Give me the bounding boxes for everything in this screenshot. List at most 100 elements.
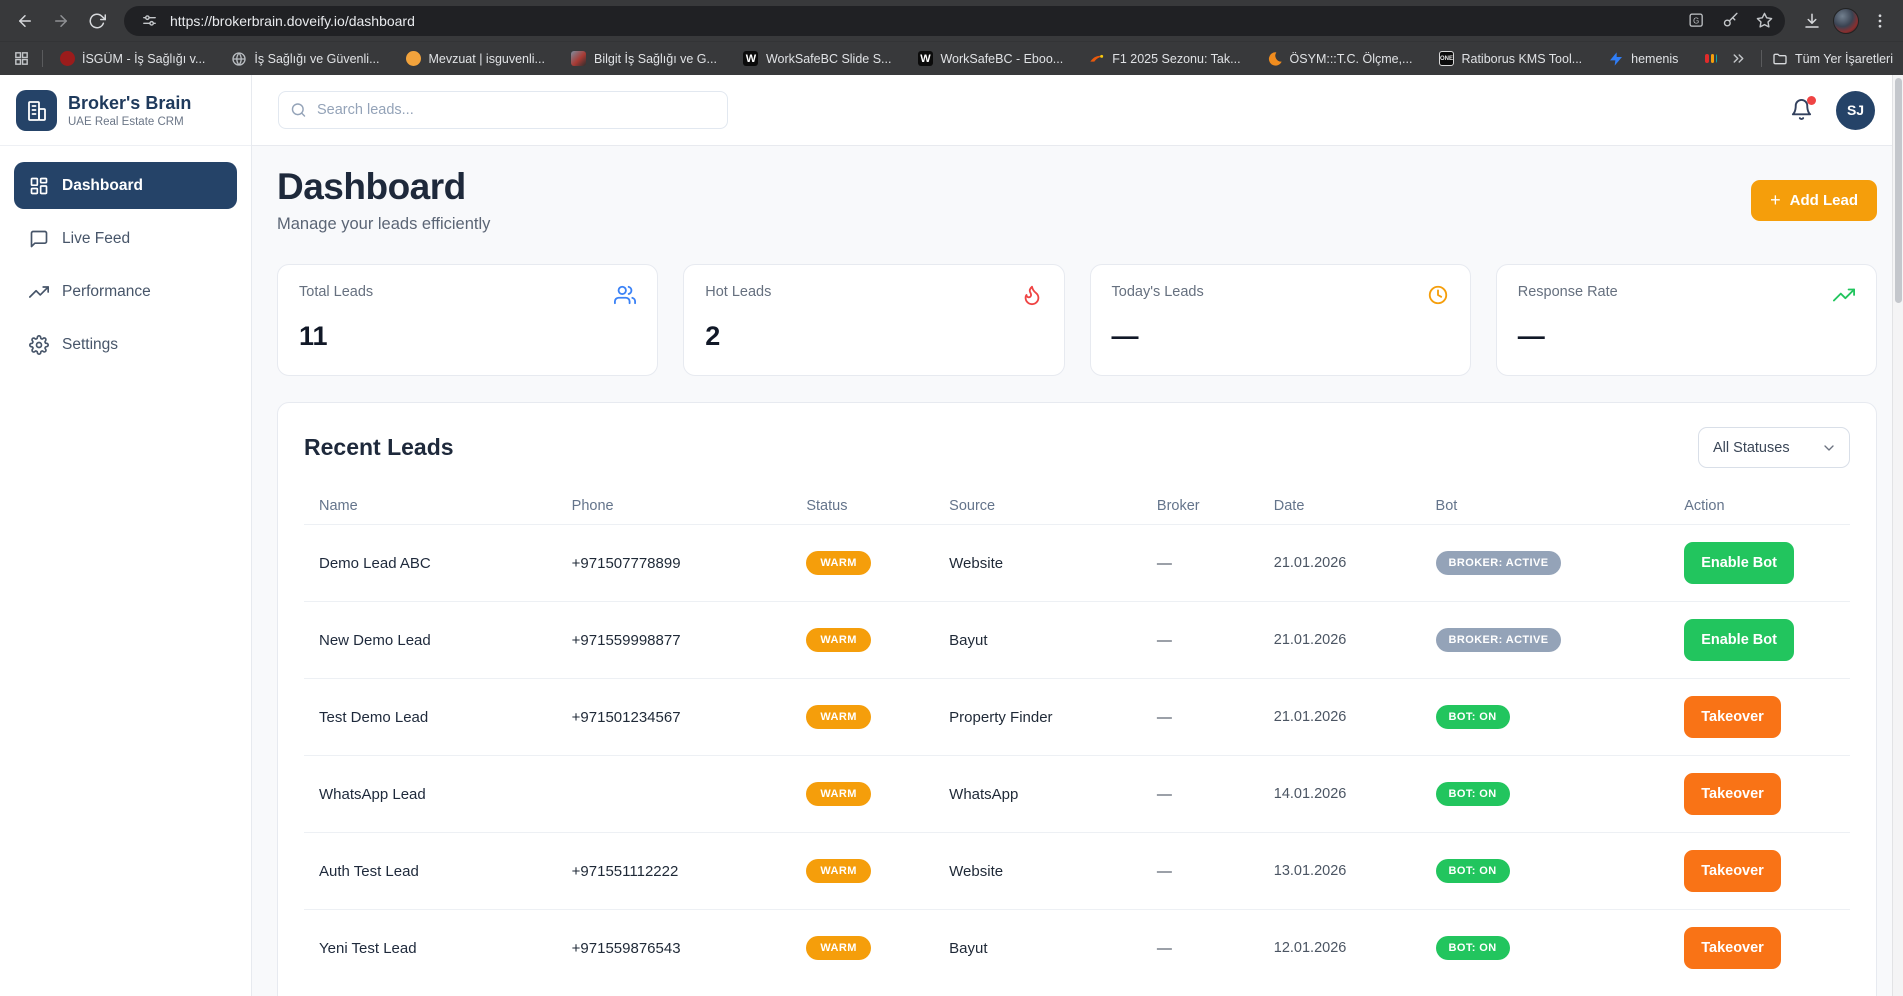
reload-icon[interactable] [82, 6, 112, 36]
all-bookmarks-label: Tüm Yer İşaretleri [1795, 52, 1893, 66]
chevron-down-icon [1821, 440, 1837, 456]
browser-chrome: https://brokerbrain.doveify.io/dashboard… [0, 0, 1903, 75]
sidebar-nav: Dashboard Live Feed Performance Settings [0, 146, 251, 374]
add-lead-label: Add Lead [1790, 192, 1858, 209]
lead-status-cell: WARM [791, 628, 934, 652]
clock-icon [1427, 284, 1449, 306]
bookmark-label: Bilgit İş Sağlığı ve G... [594, 52, 717, 66]
trending-up-icon [1833, 284, 1855, 306]
enable-bot-button[interactable]: Enable Bot [1684, 619, 1794, 661]
lead-date: 21.01.2026 [1259, 709, 1421, 725]
lead-bot-cell: BOT: ON [1421, 705, 1670, 729]
url-text[interactable]: https://brokerbrain.doveify.io/dashboard [170, 13, 1675, 29]
table-row: Yeni Test Lead+971559876543WARMBayut—12.… [304, 909, 1850, 986]
message-icon [29, 229, 49, 249]
sidebar-item-dashboard[interactable]: Dashboard [14, 162, 237, 209]
status-badge: WARM [806, 628, 870, 652]
page-scrollbar[interactable] [1892, 75, 1903, 996]
stat-card: Hot Leads2 [683, 264, 1064, 376]
bookmarks-overflow-icon[interactable] [1725, 46, 1751, 72]
globe-favicon [231, 51, 247, 67]
add-lead-button[interactable]: + Add Lead [1751, 180, 1877, 221]
bot-status-badge: BROKER: ACTIVE [1436, 628, 1562, 652]
bookmark-star-icon[interactable] [1751, 8, 1777, 34]
takeover-button[interactable]: Takeover [1684, 927, 1781, 969]
bookmark-item[interactable]: Reading Tips | IELTS... [1704, 51, 1717, 67]
bookmark-item[interactable]: Bilgit İş Sağlığı ve G... [571, 51, 717, 67]
stat-value: — [1112, 321, 1449, 352]
bot-status-badge: BOT: ON [1436, 859, 1510, 883]
dashboard-icon [29, 176, 49, 196]
status-filter-select[interactable]: All Statuses [1698, 427, 1850, 468]
column-header-phone: Phone [557, 498, 792, 514]
lead-broker: — [1142, 940, 1259, 957]
bookmark-item[interactable]: ONERatiborus KMS Tool... [1438, 51, 1582, 67]
sidebar-item-label: Live Feed [62, 230, 130, 248]
lead-name: WhatsApp Lead [304, 786, 557, 803]
browser-menu-icon[interactable] [1865, 6, 1895, 36]
bookmark-label: WorkSafeBC - Eboo... [940, 52, 1063, 66]
table-row: New Demo Lead+971559998877WARMBayut—21.0… [304, 601, 1850, 678]
stat-card: Response Rate— [1496, 264, 1877, 376]
browser-profile-avatar[interactable] [1833, 8, 1859, 34]
lead-broker: — [1142, 709, 1259, 726]
sidebar-item-performance[interactable]: Performance [14, 268, 237, 315]
url-bar[interactable]: https://brokerbrain.doveify.io/dashboard… [124, 6, 1785, 36]
user-avatar[interactable]: SJ [1836, 91, 1875, 130]
translate-icon[interactable]: G [1683, 8, 1709, 34]
enable-bot-button[interactable]: Enable Bot [1684, 542, 1794, 584]
bookmark-label: ÖSYM:::T.C. Ölçme,... [1290, 52, 1413, 66]
bookmark-item[interactable]: WWorkSafeBC Slide S... [743, 51, 892, 67]
browser-toolbar: https://brokerbrain.doveify.io/dashboard… [0, 0, 1903, 41]
lead-bot-cell: BOT: ON [1421, 936, 1670, 960]
lead-status-cell: WARM [791, 782, 934, 806]
bot-status-badge: BROKER: ACTIVE [1436, 551, 1562, 575]
scrollbar-thumb[interactable] [1895, 78, 1902, 303]
lead-name: Test Demo Lead [304, 709, 557, 726]
lead-status-cell: WARM [791, 551, 934, 575]
back-icon[interactable] [10, 6, 40, 36]
forward-icon[interactable] [46, 6, 76, 36]
all-bookmarks-folder[interactable]: Tüm Yer İşaretleri [1772, 51, 1893, 67]
bookmarks-divider [42, 50, 43, 67]
bookmark-item[interactable]: F1 2025 Sezonu: Tak... [1089, 51, 1240, 67]
search-input[interactable] [278, 91, 728, 129]
lead-source: WhatsApp [934, 786, 1142, 803]
amber-favicon [405, 51, 421, 67]
page-title: Dashboard [277, 166, 490, 208]
bolt-favicon [1608, 51, 1624, 67]
site-settings-icon[interactable] [136, 8, 162, 34]
sidebar-item-live-feed[interactable]: Live Feed [14, 215, 237, 262]
folder-icon [1772, 51, 1788, 67]
bookmark-item[interactable]: ÖSYM:::T.C. Ölçme,... [1267, 51, 1413, 67]
lead-name: New Demo Lead [304, 632, 557, 649]
downloads-icon[interactable] [1797, 6, 1827, 36]
notifications-bell-icon[interactable] [1790, 98, 1814, 122]
bookmark-label: İş Sağlığı ve Güvenli... [254, 52, 379, 66]
sidebar-item-settings[interactable]: Settings [14, 321, 237, 368]
stat-value: 2 [705, 321, 1042, 352]
bookmark-item[interactable]: Mevzuat | isguvenli... [405, 51, 545, 67]
bookmark-item[interactable]: İş Sağlığı ve Güvenli... [231, 51, 379, 67]
lead-action-cell: Takeover [1669, 927, 1850, 969]
bookmarks-bar: İSGÜM - İş Sağlığı v... İş Sağlığı ve Güv… [0, 41, 1903, 75]
bookmark-item[interactable]: WWorkSafeBC - Eboo... [917, 51, 1063, 67]
bookmark-item[interactable]: İSGÜM - İş Sağlığı v... [59, 51, 205, 67]
svg-text:G: G [1693, 16, 1699, 25]
password-key-icon[interactable] [1717, 8, 1743, 34]
takeover-button[interactable]: Takeover [1684, 696, 1781, 738]
bookmark-label: hemenis [1631, 52, 1678, 66]
apps-grid-icon[interactable] [8, 46, 34, 72]
takeover-button[interactable]: Takeover [1684, 773, 1781, 815]
status-badge: WARM [806, 782, 870, 806]
bookmark-item[interactable]: hemenis [1608, 51, 1678, 67]
building-icon [25, 99, 49, 123]
bookmarks-list: İSGÜM - İş Sağlığı v... İş Sağlığı ve Güv… [51, 51, 1717, 67]
crescent-favicon [1267, 51, 1283, 67]
w-favicon: W [743, 51, 759, 67]
stat-cards: Total Leads11Hot Leads2Today's Leads—Res… [277, 264, 1877, 376]
main-area: SJ Dashboard Manage your leads efficient… [252, 75, 1903, 996]
takeover-button[interactable]: Takeover [1684, 850, 1781, 892]
flame-icon [1021, 284, 1043, 306]
lead-status-cell: WARM [791, 859, 934, 883]
